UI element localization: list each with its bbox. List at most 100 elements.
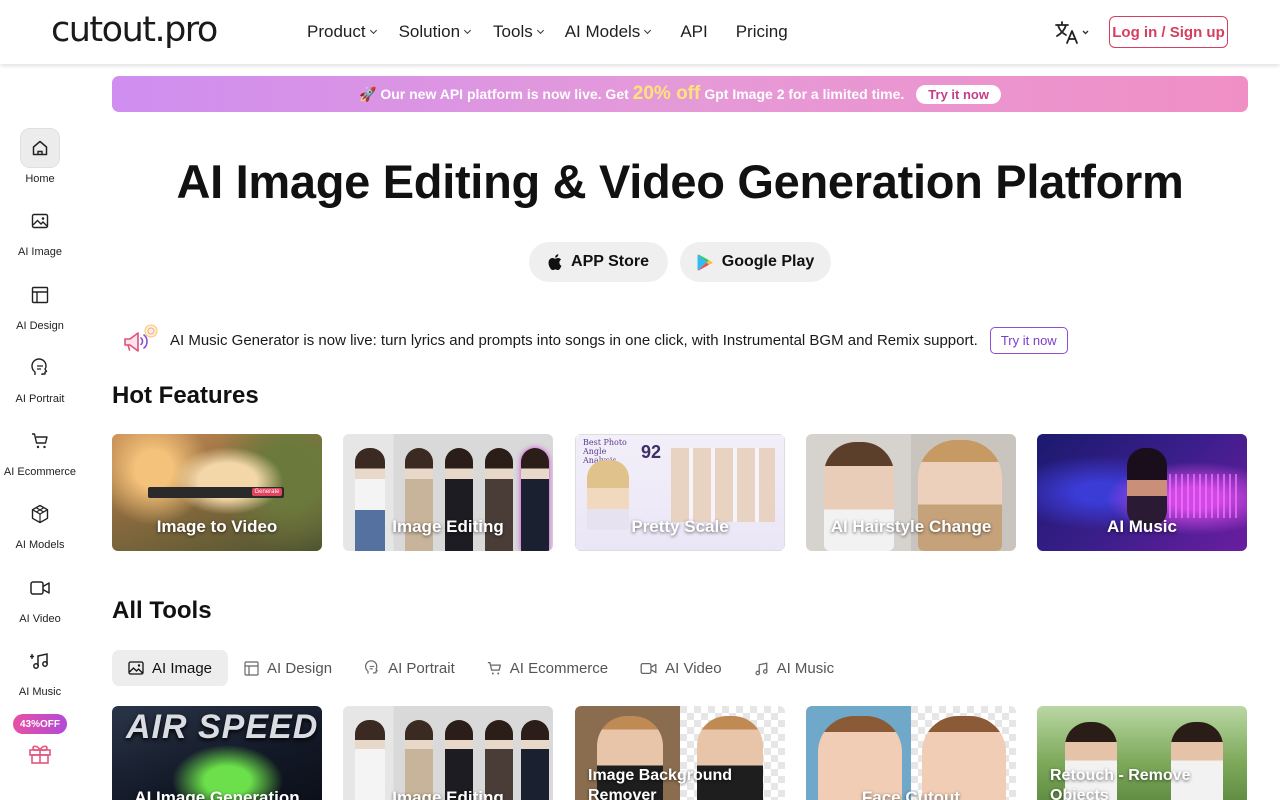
tool-card-ai-image-generation[interactable]: AIR SPEED AI Image Generation <box>112 706 322 800</box>
portrait-icon <box>364 660 380 676</box>
sidebar-item-label: AI Models <box>15 539 65 551</box>
feature-label: Image to Video <box>156 517 278 536</box>
sidebar-item-label: AI Video <box>19 613 61 625</box>
air-speed-text: AIR SPEED <box>126 708 319 746</box>
page-title: AI Image Editing & Video Generation Plat… <box>176 155 1184 208</box>
tool-label: AI Image Generation <box>134 788 300 800</box>
portrait-icon <box>20 348 60 388</box>
tab-label: AI Image <box>152 659 213 677</box>
layout-icon <box>20 275 60 315</box>
tool-card-face-cutout[interactable]: Face Cutout <box>806 706 1016 800</box>
nav-label: Tools <box>493 22 533 41</box>
tab-ai-music[interactable]: AI Music <box>738 650 851 686</box>
nav-tools[interactable]: Tools <box>493 22 544 42</box>
apple-icon <box>548 254 562 270</box>
sidebar-item-home[interactable]: Home <box>0 128 80 192</box>
sidebar-item-label: AI Design <box>16 320 64 332</box>
sidebar-item-ai-models[interactable]: AI Models <box>0 494 80 558</box>
score-value: 92 <box>641 442 662 462</box>
feature-label: Image Editing <box>392 517 504 536</box>
nav-label: AI Models <box>564 22 641 41</box>
singer-figure <box>1127 448 1167 528</box>
promo-discount: 20% off <box>632 83 701 104</box>
home-icon <box>20 128 60 168</box>
tab-ai-portrait[interactable]: AI Portrait <box>348 650 471 686</box>
tab-label: AI Design <box>267 659 333 677</box>
tool-card-image-editing[interactable]: Image Editing <box>343 706 553 800</box>
chevron-down-icon <box>463 26 472 35</box>
cube-icon <box>20 494 60 534</box>
megaphone-icon <box>124 324 158 352</box>
nav-label: API <box>680 22 708 41</box>
gift-icon[interactable] <box>28 741 52 765</box>
layout-icon <box>244 660 259 676</box>
sidebar-item-ai-video[interactable]: AI Video <box>0 568 80 632</box>
tool-label: Face Cutout <box>861 788 961 800</box>
tab-label: AI Music <box>776 659 835 677</box>
nav-solution[interactable]: Solution <box>398 22 472 42</box>
music-icon <box>20 641 60 681</box>
language-selector[interactable] <box>1054 20 1090 46</box>
nav-label: Solution <box>398 22 461 41</box>
promo-try-button[interactable]: Try it now <box>916 84 1001 104</box>
nav-api[interactable]: API <box>680 22 707 42</box>
sidebar-item-ai-ecommerce[interactable]: AI Ecommerce <box>0 421 80 485</box>
tab-ai-design[interactable]: AI Design <box>228 650 348 686</box>
sidebar-item-ai-portrait[interactable]: AI Portrait <box>0 348 80 412</box>
tools-tabs: AI Image AI Design AI Portrait AI Ecomme… <box>112 650 850 686</box>
tool-label: Image Editing <box>392 788 504 800</box>
promo-suffix: Gpt Image 2 for a limited time. <box>704 86 905 102</box>
sidebar-item-ai-design[interactable]: AI Design <box>0 275 80 339</box>
thumbnail-grid <box>671 448 775 522</box>
image-icon <box>20 201 60 241</box>
nav-label: Product <box>307 22 366 41</box>
image-icon <box>128 661 144 675</box>
app-store-label: APP Store <box>571 253 649 270</box>
top-navbar: cutout.pro Product Solution Tools AI Mod… <box>0 0 1280 64</box>
sidebar-item-ai-music[interactable]: AI Music <box>0 641 80 705</box>
translate-icon <box>1055 21 1089 44</box>
chevron-down-icon <box>369 26 377 35</box>
tab-label: AI Ecommerce <box>509 659 609 677</box>
tool-label: Image Background Remover <box>588 767 733 800</box>
feature-card-image-to-video[interactable]: Generate Image to Video <box>112 434 322 551</box>
promo-prefix: 🚀 Our new API platform is now live. Get <box>359 85 629 102</box>
nav-ai-models[interactable]: AI Models <box>564 22 652 42</box>
login-signup-button[interactable]: Log in / Sign up <box>1109 16 1228 48</box>
hot-features-title: Hot Features <box>112 382 259 409</box>
sidebar-item-label: AI Image <box>17 246 63 258</box>
sidebar-item-ai-image[interactable]: AI Image <box>0 201 80 265</box>
google-play-icon <box>697 254 713 271</box>
nav-pricing[interactable]: Pricing <box>736 22 788 42</box>
tab-ai-video[interactable]: AI Video <box>624 650 737 686</box>
google-play-button[interactable]: Google Play <box>680 242 831 282</box>
all-tools-title: All Tools <box>112 597 212 624</box>
feature-card-ai-hairstyle-change[interactable]: AI Hairstyle Change <box>806 434 1016 551</box>
feature-label: AI Music <box>1107 517 1177 536</box>
sidebar-item-label: Home <box>25 173 55 185</box>
tab-ai-image[interactable]: AI Image <box>112 650 229 686</box>
app-store-button[interactable]: APP Store <box>529 242 668 282</box>
discount-badge[interactable]: 43%OFF <box>13 714 67 734</box>
announcement-try-button[interactable]: Try it now <box>989 326 1068 354</box>
logo[interactable]: cutout.pro <box>51 10 218 50</box>
video-icon <box>20 568 60 608</box>
tab-ai-ecommerce[interactable]: AI Ecommerce <box>471 650 624 686</box>
tool-card-retouch-remove-objects[interactable]: Retouch - Remove Objects <box>1037 706 1247 800</box>
main-nav: Product Solution Tools AI Models API Pri… <box>307 0 788 64</box>
cart-icon <box>20 421 60 461</box>
promo-banner: 🚀 Our new API platform is now live. Get … <box>112 76 1248 112</box>
feature-card-ai-music[interactable]: AI Music <box>1037 434 1247 551</box>
feature-label: AI Hairstyle Change <box>830 517 992 536</box>
equalizer-graphic <box>1169 474 1239 518</box>
sidebar-item-label: AI Ecommerce <box>3 466 77 478</box>
tool-card-image-background-remover[interactable]: Image Background Remover <box>575 706 785 800</box>
sidebar-item-label: AI Music <box>18 686 62 698</box>
feature-card-image-editing[interactable]: Image Editing <box>343 434 553 551</box>
nav-product[interactable]: Product <box>307 22 377 42</box>
sidebar: Home AI Image AI Design AI Portrait AI E… <box>0 64 80 800</box>
music-icon <box>754 661 769 676</box>
video-icon <box>640 662 657 675</box>
feature-card-pretty-scale[interactable]: Best Photo Angle Analysis 92 Pretty Scal… <box>575 434 785 551</box>
cart-icon <box>487 661 502 676</box>
